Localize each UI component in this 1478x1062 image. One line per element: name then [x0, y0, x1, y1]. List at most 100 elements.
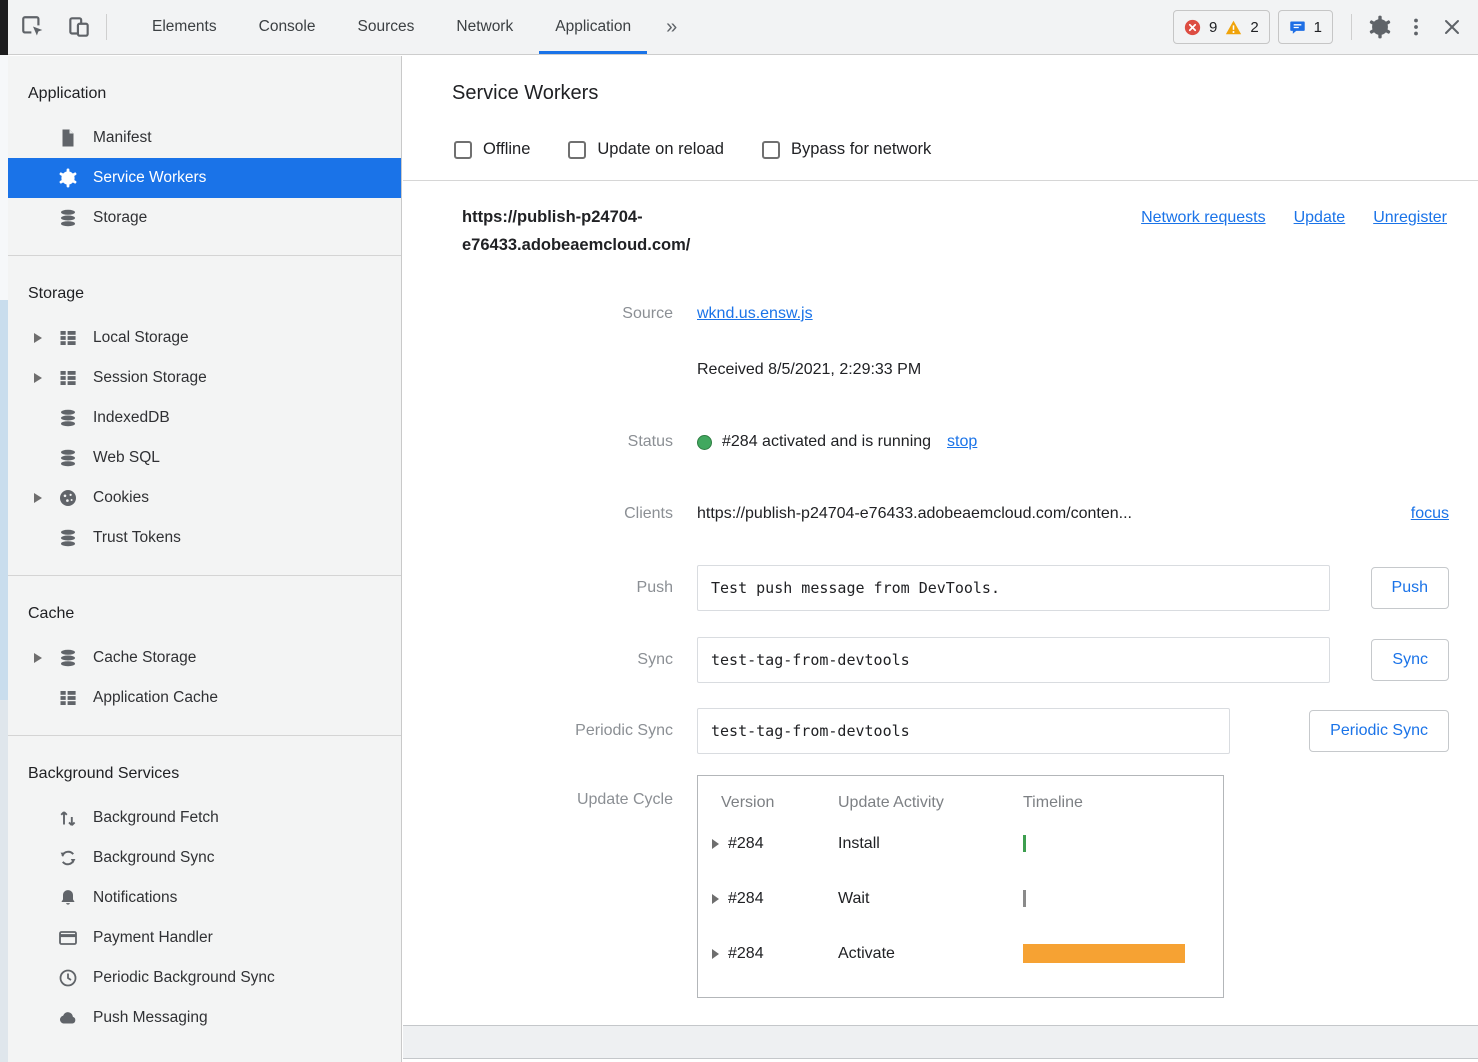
update-on-reload-checkbox[interactable]	[568, 141, 586, 159]
device-toolbar-icon[interactable]	[62, 10, 96, 44]
sidebar-item-push-messaging[interactable]: Push Messaging	[8, 998, 401, 1038]
sidebar-item-periodic-background-sync[interactable]: Periodic Background Sync	[8, 958, 401, 998]
more-tabs-icon[interactable]: »	[652, 0, 691, 54]
expand-arrow-icon[interactable]	[712, 894, 719, 904]
card-icon	[56, 928, 80, 949]
sidebar-section-cache: Cache Cache Storage Application Cache	[8, 576, 401, 736]
sidebar-item-payment-handler[interactable]: Payment Handler	[8, 918, 401, 958]
section-title: Storage	[8, 282, 401, 306]
stop-link[interactable]: stop	[947, 433, 977, 451]
push-label: Push	[403, 579, 673, 597]
source-row: Source wknd.us.ensw.js	[403, 302, 1449, 326]
wait-timeline-tick	[1023, 890, 1026, 907]
sidebar-item-indexeddb[interactable]: IndexedDB	[8, 398, 401, 438]
sync-arrows-icon	[56, 848, 80, 869]
sync-button[interactable]: Sync	[1371, 639, 1449, 681]
expand-arrow-icon[interactable]	[34, 333, 56, 343]
sidebar-item-session-storage[interactable]: Session Storage	[8, 358, 401, 398]
console-messages-badge[interactable]: 1	[1278, 10, 1333, 44]
table-header-row: Version Update Activity Timeline	[698, 794, 1223, 812]
database-icon	[56, 448, 80, 469]
push-button[interactable]: Push	[1371, 567, 1449, 609]
bypass-for-network-checkbox[interactable]	[762, 141, 780, 159]
focus-link[interactable]: focus	[1411, 505, 1449, 523]
expand-arrow-icon[interactable]	[712, 949, 719, 959]
sidebar-item-web-sql[interactable]: Web SQL	[8, 438, 401, 478]
tab-console[interactable]: Console	[238, 0, 337, 54]
sidebar-item-label: Push Messaging	[93, 1009, 208, 1027]
expand-arrow-icon[interactable]	[712, 839, 719, 849]
tab-application[interactable]: Application	[534, 0, 652, 54]
status-row: Status #284 activated and is running sto…	[403, 430, 1449, 454]
status-green-dot	[697, 435, 712, 450]
sidebar-item-label: Manifest	[93, 129, 152, 147]
clock-icon	[56, 968, 80, 989]
warning-icon	[1225, 19, 1242, 36]
page-title: Service Workers	[452, 82, 598, 105]
offline-checkbox[interactable]	[454, 141, 472, 159]
periodic-sync-button[interactable]: Periodic Sync	[1309, 710, 1449, 752]
expand-arrow-icon[interactable]	[34, 653, 56, 663]
error-icon	[1184, 19, 1201, 36]
sync-row: Sync Sync	[403, 637, 1449, 683]
tab-elements[interactable]: Elements	[131, 0, 238, 54]
sync-label: Sync	[403, 651, 673, 669]
file-icon	[56, 128, 80, 149]
table-icon	[56, 688, 80, 709]
periodic-sync-tag-input[interactable]	[697, 708, 1230, 754]
sidebar-item-label: Trust Tokens	[93, 529, 181, 547]
version-cell: #284	[728, 890, 764, 908]
close-icon[interactable]	[1434, 9, 1470, 45]
sidebar-item-background-fetch[interactable]: Background Fetch	[8, 798, 401, 838]
database-icon	[56, 408, 80, 429]
unregister-link[interactable]: Unregister	[1373, 209, 1447, 227]
sidebar-item-manifest[interactable]: Manifest	[8, 118, 401, 158]
version-column-header: Version	[698, 794, 838, 812]
sidebar-item-storage[interactable]: Storage	[8, 198, 401, 238]
update-on-reload-checkbox-row[interactable]: Update on reload	[568, 140, 724, 159]
tab-sources[interactable]: Sources	[337, 0, 436, 54]
sidebar-item-local-storage[interactable]: Local Storage	[8, 318, 401, 358]
expand-arrow-icon[interactable]	[34, 373, 56, 383]
activity-cell: Activate	[838, 945, 1023, 963]
sidebar-item-label: Service Workers	[93, 169, 206, 187]
section-title: Cache	[8, 602, 401, 626]
client-url: https://publish-p24704-e76433.adobeaemcl…	[697, 505, 1132, 523]
network-requests-link[interactable]: Network requests	[1141, 209, 1266, 227]
settings-gear-icon[interactable]	[1362, 9, 1398, 45]
sidebar-item-background-sync[interactable]: Background Sync	[8, 838, 401, 878]
sidebar-item-notifications[interactable]: Notifications	[8, 878, 401, 918]
console-issues-badge[interactable]: 9 2	[1173, 10, 1270, 44]
service-worker-actions: Network requests Update Unregister	[1141, 209, 1447, 227]
sidebar-section-storage: Storage Local Storage Session Storage	[8, 256, 401, 576]
tab-network[interactable]: Network	[435, 0, 534, 54]
sidebar-item-trust-tokens[interactable]: Trust Tokens	[8, 518, 401, 558]
toolbar-divider	[1351, 14, 1352, 40]
table-icon	[56, 368, 80, 389]
sidebar-item-label: Cache Storage	[93, 649, 196, 667]
periodic-sync-label: Periodic Sync	[403, 722, 673, 740]
update-link[interactable]: Update	[1294, 209, 1346, 227]
bypass-for-network-checkbox-row[interactable]: Bypass for network	[762, 140, 931, 159]
sidebar-item-label: Web SQL	[93, 449, 160, 467]
expand-arrow-icon[interactable]	[34, 493, 56, 503]
more-options-icon[interactable]	[1398, 9, 1434, 45]
inspect-element-icon[interactable]	[16, 10, 50, 44]
sidebar-item-service-workers[interactable]: Service Workers	[8, 158, 401, 198]
sidebar-item-cookies[interactable]: Cookies	[8, 478, 401, 518]
push-message-input[interactable]	[697, 565, 1330, 611]
database-icon	[56, 528, 80, 549]
section-title: Application	[8, 82, 401, 106]
sidebar-item-application-cache[interactable]: Application Cache	[8, 678, 401, 718]
service-worker-origin: https://publish-p24704- e76433.adobeaemc…	[462, 203, 772, 259]
install-timeline-tick	[1023, 835, 1026, 852]
checkbox-label: Bypass for network	[791, 140, 931, 159]
cloud-icon	[56, 1008, 80, 1029]
sidebar-item-cache-storage[interactable]: Cache Storage	[8, 638, 401, 678]
activity-cell: Install	[838, 835, 1023, 853]
offline-checkbox-row[interactable]: Offline	[454, 140, 530, 159]
push-row: Push Push	[403, 565, 1449, 611]
sync-tag-input[interactable]	[697, 637, 1330, 683]
sidebar-item-label: Notifications	[93, 889, 177, 907]
source-file-link[interactable]: wknd.us.ensw.js	[697, 305, 813, 323]
